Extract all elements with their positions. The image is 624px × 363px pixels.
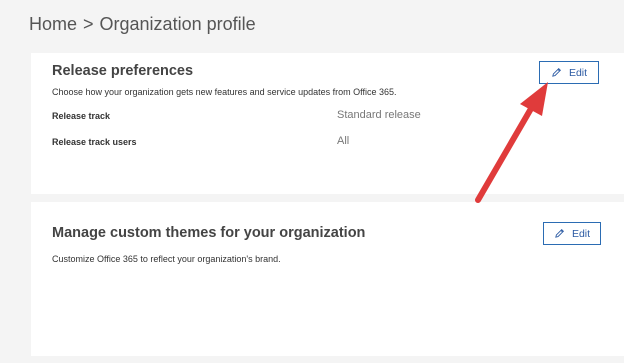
release-track-users-label: Release track users — [52, 137, 137, 147]
breadcrumb-home[interactable]: Home — [29, 14, 77, 34]
edit-button-label: Edit — [571, 227, 591, 240]
edit-button-label: Edit — [568, 66, 588, 79]
release-track-value: Standard release — [337, 109, 421, 121]
custom-themes-edit-button[interactable]: Edit — [543, 222, 601, 245]
release-track-label: Release track — [52, 111, 111, 121]
breadcrumb: Home > Organization profile — [29, 14, 256, 35]
release-track-users-value: All — [337, 135, 350, 147]
breadcrumb-current: Organization profile — [99, 14, 256, 34]
breadcrumb-separator: > — [83, 14, 94, 34]
release-preferences-title: Release preferences — [52, 63, 194, 79]
release-preferences-card: Release preferences Choose how your orga… — [31, 53, 624, 194]
custom-themes-card: Manage custom themes for your organizati… — [31, 202, 624, 356]
release-preferences-description: Choose how your organization gets new fe… — [52, 87, 397, 97]
pencil-icon — [554, 228, 565, 239]
custom-themes-title: Manage custom themes for your organizati… — [52, 225, 366, 241]
release-preferences-edit-button[interactable]: Edit — [539, 61, 599, 84]
pencil-icon — [551, 67, 562, 78]
custom-themes-description: Customize Office 365 to reflect your org… — [52, 254, 281, 264]
